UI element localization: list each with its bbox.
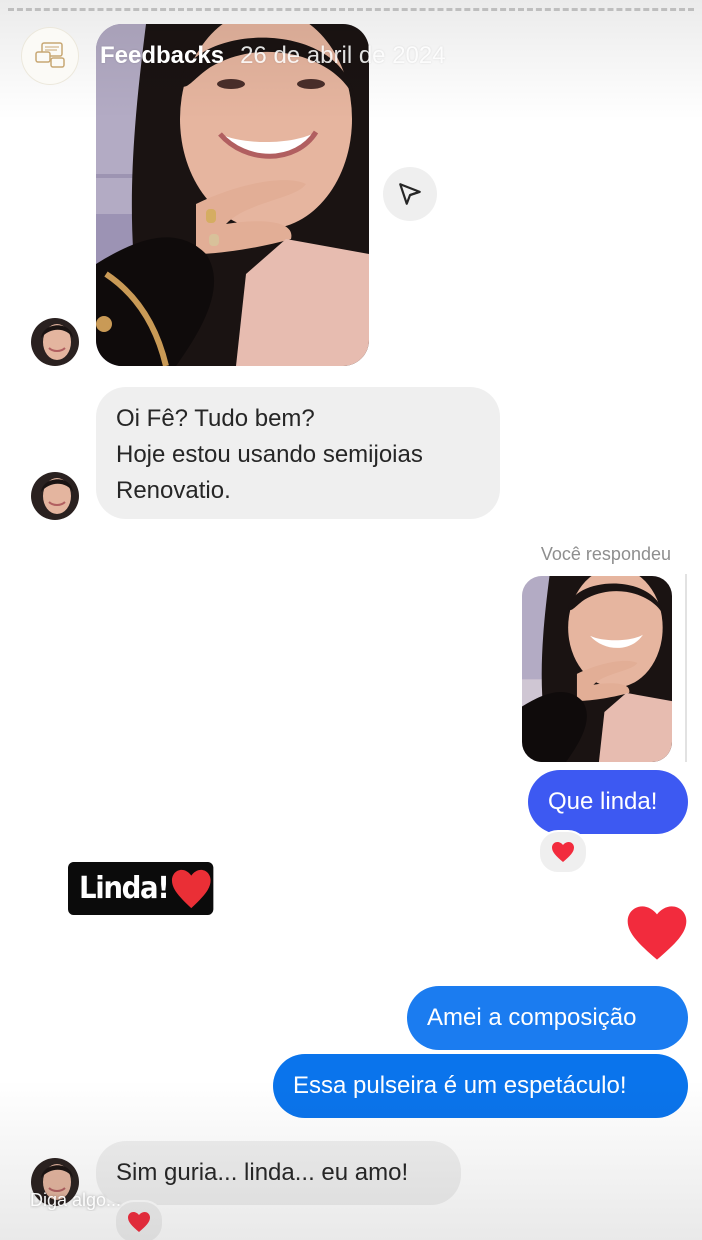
woman-portrait-image xyxy=(522,576,672,762)
incoming-message[interactable]: Oi Fê? Tudo bem? Hoje estou usando semij… xyxy=(96,387,500,519)
sender-avatar[interactable] xyxy=(31,318,79,366)
replied-label: Você respondeu xyxy=(540,544,671,564)
red-heart-icon xyxy=(172,869,211,908)
linda-sticker: Linda! xyxy=(68,862,214,915)
sticker-text: Linda! xyxy=(79,871,170,906)
account-name[interactable]: Feedbacks xyxy=(100,42,224,70)
outgoing-message[interactable]: Amei a composição xyxy=(407,986,688,1050)
message-line: Hoje estou usando semijoias xyxy=(116,441,423,468)
red-heart-icon xyxy=(128,1212,150,1232)
message-line: Oi Fê? Tudo bem? xyxy=(116,405,315,432)
sender-avatar[interactable] xyxy=(31,472,79,520)
message-text: Essa pulseira é um espetáculo! xyxy=(293,1072,627,1099)
red-heart-icon xyxy=(552,842,574,862)
story-progress-bar xyxy=(8,8,694,14)
heart-reaction-message[interactable] xyxy=(625,903,689,963)
share-button[interactable] xyxy=(383,167,437,221)
reply-indicator-line xyxy=(685,574,687,762)
message-reaction[interactable] xyxy=(538,830,588,874)
message-text: Amei a composição xyxy=(427,1004,637,1031)
message-text: Que linda! xyxy=(548,788,658,815)
outgoing-message[interactable]: Essa pulseira é um espetáculo! xyxy=(273,1054,688,1118)
replied-story-thumbnail[interactable] xyxy=(522,576,672,762)
story-header: Feedbacks 26 de abril de 2024 xyxy=(22,28,446,84)
message-line: Renovatio. xyxy=(116,477,231,504)
outgoing-message[interactable]: Que linda! xyxy=(528,770,688,834)
story-screen: Feedbacks 26 de abril de 2024 Oi Fê? Tud… xyxy=(0,0,702,1240)
message-text: Sim guria... linda... eu amo! xyxy=(116,1159,409,1186)
red-heart-icon xyxy=(627,906,687,960)
story-reply-input[interactable] xyxy=(30,1190,230,1211)
chat-bubbles-logo-icon[interactable] xyxy=(22,28,78,84)
story-date: 26 de abril de 2024 xyxy=(240,42,446,69)
paper-plane-icon xyxy=(399,183,421,205)
